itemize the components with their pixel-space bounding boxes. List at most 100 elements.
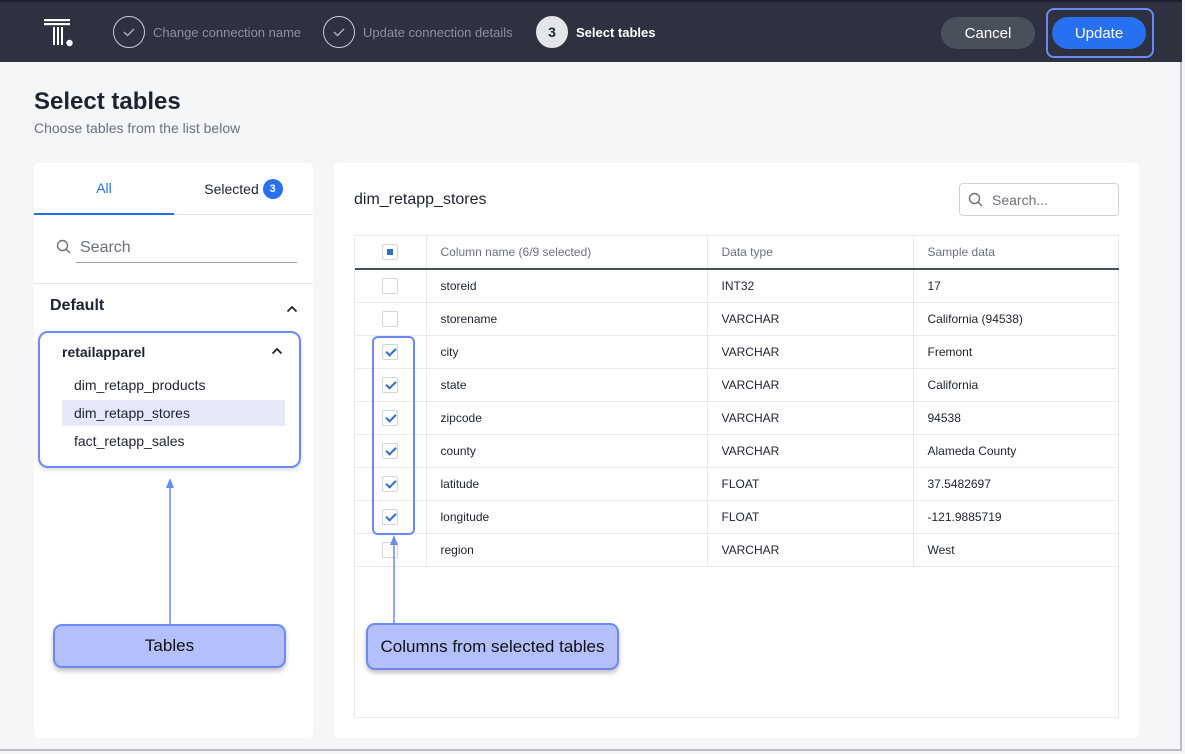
step-number: 3 <box>536 16 568 48</box>
sample-data-cell: 37.5482697 <box>913 467 1119 501</box>
table-row: region VARCHAR West <box>355 533 1119 567</box>
row-checkbox-cell <box>355 467 427 501</box>
step-select-tables: 3 Select tables <box>536 16 656 48</box>
annotation-arrow <box>390 535 398 625</box>
sample-data-cell: West <box>913 533 1119 567</box>
data-type-cell: FLOAT <box>707 500 914 534</box>
update-button[interactable]: Update <box>1052 17 1146 49</box>
group-default[interactable]: Default <box>50 297 298 319</box>
column-name-cell: state <box>426 368 708 402</box>
row-checkbox[interactable] <box>382 442 399 459</box>
data-type-cell: INT32 <box>707 269 914 303</box>
row-checkbox-cell <box>355 335 427 369</box>
row-checkbox[interactable] <box>382 277 399 294</box>
step-label: Change connection name <box>153 24 302 40</box>
tab-label: Selected <box>204 181 259 197</box>
sample-data-cell: -121.9885719 <box>913 500 1119 534</box>
column-name-cell: longitude <box>426 500 708 534</box>
tables-panel: All Selected 3 Default retailapparel <box>34 163 313 738</box>
column-name-cell: city <box>426 335 708 369</box>
data-type-cell: VARCHAR <box>707 335 914 369</box>
step-update-connection-details: Update connection details <box>323 16 513 48</box>
annotation-arrow <box>166 478 174 626</box>
row-checkbox-cell <box>355 434 427 468</box>
column-name-cell: storeid <box>426 269 708 303</box>
data-type-cell: FLOAT <box>707 467 914 501</box>
sample-data-cell: California <box>913 368 1119 402</box>
column-name-cell: storename <box>426 302 708 336</box>
columns-panel: dim_retapp_stores Column name (6/9 selec… <box>334 163 1139 738</box>
column-name-cell: zipcode <box>426 401 708 435</box>
row-checkbox-cell <box>355 401 427 435</box>
check-icon <box>113 16 145 48</box>
search-icon <box>56 239 71 254</box>
table-search <box>56 233 297 263</box>
tab-selected[interactable]: Selected 3 <box>174 163 313 215</box>
step-label: Update connection details <box>363 24 513 40</box>
column-name-cell: latitude <box>426 467 708 501</box>
sample-data-cell: Alameda County <box>913 434 1119 468</box>
column-search-input[interactable] <box>992 188 1112 212</box>
group-label: Default <box>50 297 105 314</box>
tab-all[interactable]: All <box>34 163 174 215</box>
sample-data-cell: California (94538) <box>913 302 1119 336</box>
tabs: All Selected 3 <box>34 163 313 215</box>
row-checkbox[interactable] <box>382 508 399 525</box>
row-checkbox-cell <box>355 368 427 402</box>
column-header-type: Data type <box>707 236 914 270</box>
step-change-connection-name: Change connection name <box>113 16 301 48</box>
column-header-name: Column name (6/9 selected) <box>426 236 708 270</box>
selected-count-badge: 3 <box>262 179 283 199</box>
top-bar: Change connection name Update connection… <box>0 0 1182 62</box>
columns-callout: Columns from selected tables <box>366 623 619 670</box>
column-name-cell: county <box>426 434 708 468</box>
row-checkbox-cell <box>355 302 427 336</box>
table-row: county VARCHAR Alameda County <box>355 434 1119 468</box>
select-all-checkbox[interactable] <box>382 244 399 260</box>
table-row: city VARCHAR Fremont <box>355 335 1119 369</box>
search-icon <box>968 192 983 207</box>
column-name-cell: region <box>426 533 708 567</box>
schema-retailapparel[interactable]: retailapparel <box>62 344 145 360</box>
row-checkbox-cell <box>355 269 427 303</box>
table-row: zipcode VARCHAR 94538 <box>355 401 1119 435</box>
page-title: Select tables <box>34 88 181 115</box>
table-header-row: Column name (6/9 selected) Data type Sam… <box>355 236 1119 270</box>
cancel-button[interactable]: Cancel <box>941 17 1035 49</box>
row-checkbox[interactable] <box>382 475 399 492</box>
table-item-dim-retapp-products[interactable]: dim_retapp_products <box>62 372 285 398</box>
tab-label: All <box>96 180 112 196</box>
select-all-cell <box>355 236 427 270</box>
selected-table-title: dim_retapp_stores <box>354 191 487 208</box>
data-type-cell: VARCHAR <box>707 401 914 435</box>
row-checkbox[interactable] <box>382 409 399 426</box>
table-row: latitude FLOAT 37.5482697 <box>355 467 1119 501</box>
row-checkbox[interactable] <box>382 376 399 393</box>
sample-data-cell: Fremont <box>913 335 1119 369</box>
table-row: state VARCHAR California <box>355 368 1119 402</box>
column-search <box>959 183 1119 216</box>
table-item-dim-retapp-stores[interactable]: dim_retapp_stores <box>62 400 285 426</box>
row-checkbox[interactable] <box>382 310 399 327</box>
chevron-up-icon[interactable] <box>286 305 298 313</box>
row-checkbox[interactable] <box>382 343 399 360</box>
row-checkbox-cell <box>355 500 427 534</box>
table-row: storeid INT32 17 <box>355 269 1119 303</box>
column-header-sample: Sample data <box>913 236 1119 270</box>
sample-data-cell: 94538 <box>913 401 1119 435</box>
step-label: Select tables <box>576 24 656 40</box>
data-type-cell: VARCHAR <box>707 533 914 567</box>
tables-callout: Tables <box>53 624 286 668</box>
divider <box>34 283 313 284</box>
chevron-up-icon[interactable] <box>271 347 283 355</box>
table-item-fact-retapp-sales[interactable]: fact_retapp_sales <box>62 428 285 454</box>
check-icon <box>323 16 355 48</box>
data-type-cell: VARCHAR <box>707 368 914 402</box>
thoughtspot-logo-icon <box>44 19 73 47</box>
table-row: longitude FLOAT -121.9885719 <box>355 500 1119 534</box>
data-type-cell: VARCHAR <box>707 434 914 468</box>
sample-data-cell: 17 <box>913 269 1119 303</box>
page-subtitle: Choose tables from the list below <box>34 120 241 136</box>
table-search-input[interactable] <box>76 233 297 263</box>
table-row: storename VARCHAR California (94538) <box>355 302 1119 336</box>
